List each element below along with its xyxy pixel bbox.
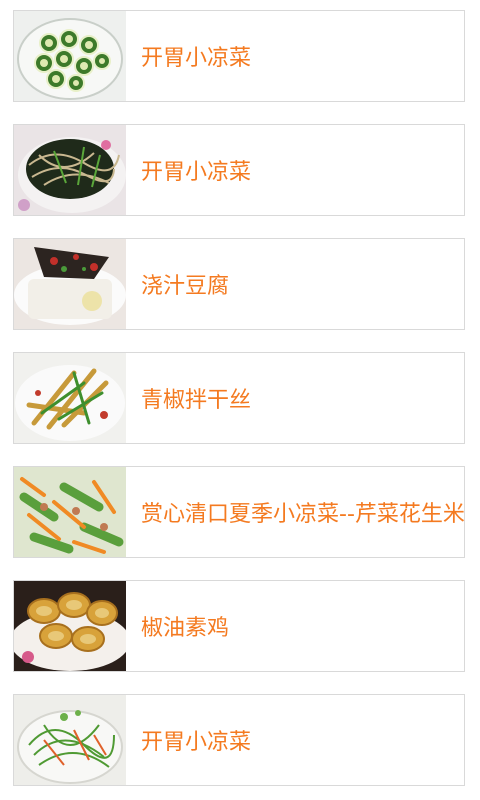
recipe-card[interactable]: 青椒拌干丝 <box>13 352 465 444</box>
recipe-card[interactable]: 椒油素鸡 <box>13 580 465 672</box>
recipe-title: 赏心清口夏季小凉菜--芹菜花生米 <box>141 502 465 527</box>
recipe-thumbnail <box>14 239 126 329</box>
recipe-title: 开胃小凉菜 <box>141 160 252 185</box>
recipe-title: 青椒拌干丝 <box>141 388 252 413</box>
recipe-card[interactable]: 赏心清口夏季小凉菜--芹菜花生米 <box>13 466 465 558</box>
recipe-title: 开胃小凉菜 <box>141 730 252 755</box>
recipe-thumbnail <box>14 125 126 215</box>
recipe-title: 开胃小凉菜 <box>141 46 252 71</box>
recipe-thumbnail <box>14 695 126 785</box>
recipe-card[interactable]: 开胃小凉菜 <box>13 124 465 216</box>
recipe-title: 椒油素鸡 <box>141 616 230 641</box>
recipe-thumbnail <box>14 353 126 443</box>
recipe-card[interactable]: 开胃小凉菜 <box>13 694 465 786</box>
recipe-list: 开胃小凉菜 开胃小凉菜 浇汁豆腐 青椒拌干丝 赏心清口夏季小凉菜--芹菜花生米 … <box>0 0 480 800</box>
recipe-card[interactable]: 浇汁豆腐 <box>13 238 465 330</box>
recipe-thumbnail <box>14 11 126 101</box>
recipe-thumbnail <box>14 581 126 671</box>
recipe-thumbnail <box>14 467 126 557</box>
recipe-title: 浇汁豆腐 <box>141 274 230 299</box>
recipe-card[interactable]: 开胃小凉菜 <box>13 10 465 102</box>
